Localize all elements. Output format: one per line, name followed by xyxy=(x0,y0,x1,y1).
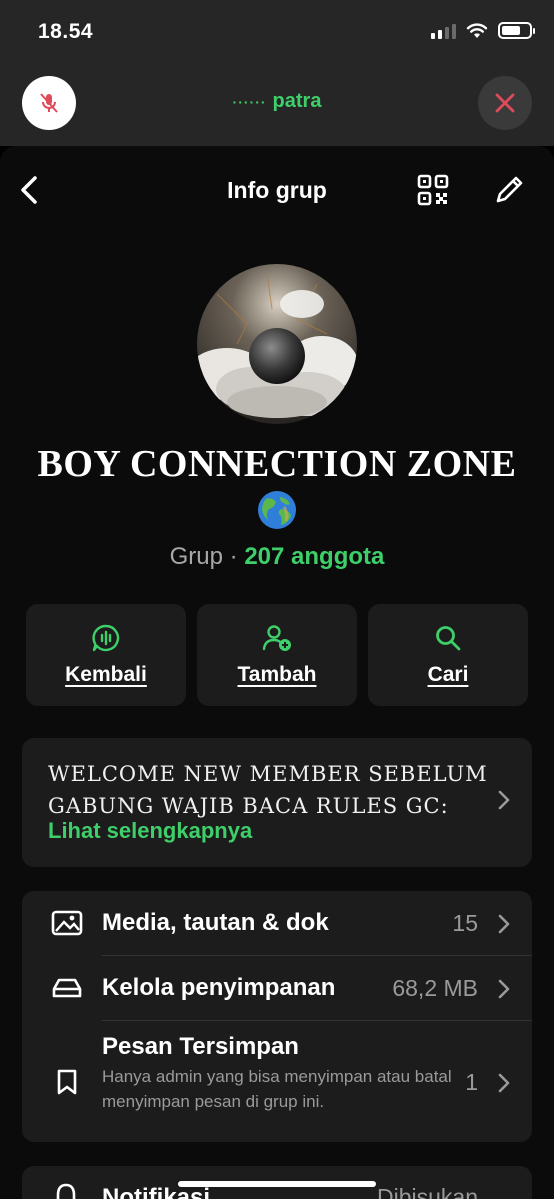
end-call-button[interactable] xyxy=(478,76,532,130)
call-participant[interactable]: ······ patra xyxy=(0,90,554,113)
status-bar: 18.54 xyxy=(0,0,554,66)
group-settings-list: Media, tautan & dok 15 Kelola penyimpana… xyxy=(22,891,532,1142)
row-saved-messages[interactable]: Pesan Tersimpan Hanya admin yang bisa me… xyxy=(22,1021,532,1142)
group-name: BOY CONNECTION ZONE xyxy=(37,443,517,485)
group-type-label: Grup xyxy=(169,543,223,570)
action-kembali-button[interactable]: Kembali xyxy=(26,604,186,706)
call-activity-icon: ······ xyxy=(232,93,267,110)
see-more-link[interactable]: Lihat selengkapnya xyxy=(48,818,252,844)
row-media-count: 15 xyxy=(452,910,478,936)
call-name-label: patra xyxy=(272,90,322,112)
row-media-label: Media, tautan & dok xyxy=(102,909,329,936)
status-time: 18.54 xyxy=(38,20,94,43)
meta-separator: · xyxy=(222,543,245,570)
battery-icon xyxy=(498,22,535,39)
add-person-icon xyxy=(262,625,291,651)
chevron-right-icon xyxy=(498,790,510,810)
description-line-1: WELCOME NEW MEMBER SEBELUM xyxy=(48,762,488,786)
action-cari-button[interactable]: Cari xyxy=(368,604,528,706)
storage-drive-icon xyxy=(50,971,84,1005)
action-cari-label: Cari xyxy=(427,663,469,686)
chevron-right-icon xyxy=(498,914,510,934)
quick-actions: Kembali Tambah Cari xyxy=(26,604,528,706)
group-meta: Grup · 207 anggota xyxy=(0,543,554,571)
member-count-link[interactable]: 207 anggota xyxy=(244,543,384,570)
close-icon xyxy=(495,93,515,113)
page-title: Info grup xyxy=(227,177,327,203)
chevron-right-icon xyxy=(498,1073,510,1093)
row-manage-storage[interactable]: Kelola penyimpanan 68,2 MB xyxy=(22,956,532,1020)
chevron-right-icon xyxy=(498,979,510,999)
row-saved-subtitle: Hanya admin yang bisa menyimpan atau bat… xyxy=(102,1067,452,1111)
globe-emoji-icon xyxy=(258,491,296,529)
row-notifications-value: Dibisukan xyxy=(377,1184,478,1199)
bookmark-icon xyxy=(50,1065,84,1099)
search-icon xyxy=(436,626,461,651)
row-saved-count: 1 xyxy=(465,1069,478,1095)
pencil-icon xyxy=(496,176,523,203)
group-avatar[interactable] xyxy=(197,264,357,424)
qr-code-icon xyxy=(417,174,449,206)
row-storage-label: Kelola penyimpanan xyxy=(102,974,336,1001)
group-avatar-image xyxy=(197,264,357,424)
group-info-sheet: Info grup BOY CONNECTION ZONE Grup · 207… xyxy=(0,146,554,1199)
audio-wave-icon xyxy=(92,624,120,652)
group-description[interactable]: WELCOME NEW MEMBER SEBELUM GABUNG WAJIB … xyxy=(22,738,532,867)
bell-icon xyxy=(56,1183,76,1199)
cellular-signal-icon xyxy=(431,23,456,39)
wifi-icon xyxy=(466,22,488,38)
row-storage-size: 68,2 MB xyxy=(392,975,478,1001)
image-icon xyxy=(50,906,84,940)
ongoing-call-banner[interactable]: ······ patra xyxy=(0,66,554,146)
action-tambah-button[interactable]: Tambah xyxy=(197,604,357,706)
nav-bar: Info grup xyxy=(0,146,554,236)
row-saved-label: Pesan Tersimpan xyxy=(102,1033,299,1060)
action-tambah-label: Tambah xyxy=(237,663,317,686)
home-indicator[interactable] xyxy=(178,1181,376,1187)
edit-button[interactable] xyxy=(492,173,526,207)
row-media-links-docs[interactable]: Media, tautan & dok 15 xyxy=(22,891,532,955)
qr-code-button[interactable] xyxy=(416,173,450,207)
status-icons xyxy=(431,22,535,39)
description-text: WELCOME NEW MEMBER SEBELUM GABUNG WAJIB … xyxy=(48,758,488,822)
action-kembali-label: Kembali xyxy=(65,663,147,686)
